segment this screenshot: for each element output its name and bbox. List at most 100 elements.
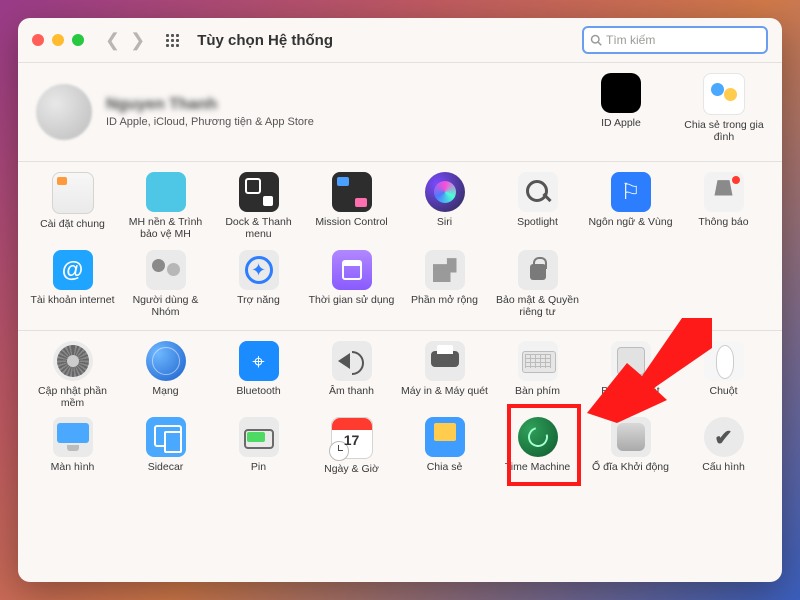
appleid-button[interactable]: ID Apple xyxy=(586,73,656,143)
profiles-label: Cấu hình xyxy=(702,461,745,485)
sidecar-label: Sidecar xyxy=(148,461,184,485)
tm-label: Time Machine xyxy=(505,461,571,485)
pref-privacy[interactable]: Bảo mật & Quyền riêng tư xyxy=(491,250,584,318)
pref-date[interactable]: Ngày & Giờ xyxy=(305,417,398,487)
pref-mouse[interactable]: Chuột xyxy=(677,341,770,409)
pref-battery[interactable]: Pin xyxy=(212,417,305,487)
battery-icon xyxy=(239,417,279,457)
mission-label: Mission Control xyxy=(315,216,387,240)
pref-mission[interactable]: Mission Control xyxy=(305,172,398,242)
spotlight-label: Spotlight xyxy=(517,216,558,240)
pref-general[interactable]: Cài đặt chung xyxy=(26,172,119,242)
search-icon xyxy=(590,34,602,46)
pref-dock[interactable]: Dock & Thanh menu xyxy=(212,172,305,242)
access-icon xyxy=(239,250,279,290)
family-icon xyxy=(703,73,745,115)
update-icon xyxy=(53,341,93,381)
sound-icon xyxy=(332,341,372,381)
general-label: Cài đặt chung xyxy=(40,218,105,242)
grid-view-icon[interactable] xyxy=(166,34,179,47)
keyboard-icon xyxy=(518,341,558,381)
titlebar: ❮ ❯ Tùy chọn Hệ thống Tìm kiếm xyxy=(18,18,782,62)
avatar[interactable] xyxy=(36,84,92,140)
privacy-icon xyxy=(518,250,558,290)
pref-sidecar[interactable]: Sidecar xyxy=(119,417,212,487)
bluetooth-label: Bluetooth xyxy=(236,385,280,409)
pref-trackpad[interactable]: Bàn di chuột xyxy=(584,341,677,409)
sharing-label: Chia sẻ xyxy=(427,461,463,485)
account-section: Nguyen Thanh ID Apple, iCloud, Phương ti… xyxy=(18,62,782,161)
pref-internet[interactable]: @ Tài khoản internet xyxy=(26,250,119,318)
pref-printer[interactable]: Máy in & Máy quét xyxy=(398,341,491,409)
battery-label: Pin xyxy=(251,461,266,485)
prefs-group-2: Cập nhật phần mềm Mạng ⌖Bluetooth Âm thanh M… xyxy=(18,330,782,499)
pref-sharing[interactable]: Chia sẻ xyxy=(398,417,491,487)
internet-label: Tài khoản internet xyxy=(30,294,114,318)
prefs-group-1: Cài đặt chung MH nền & Trình bảo vệ MHDoc… xyxy=(18,161,782,330)
lang-icon: ⚐ xyxy=(611,172,651,212)
ext-icon xyxy=(425,250,465,290)
network-label: Mạng xyxy=(152,385,178,409)
window-title: Tùy chọn Hệ thống xyxy=(197,32,333,49)
search-input[interactable]: Tìm kiếm xyxy=(582,26,768,54)
date-icon xyxy=(331,417,373,459)
pref-network[interactable]: Mạng xyxy=(119,341,212,409)
zoom-icon[interactable] xyxy=(72,34,84,46)
pref-notif[interactable]: Thông báo xyxy=(677,172,770,242)
account-text[interactable]: Nguyen Thanh ID Apple, iCloud, Phương ti… xyxy=(106,96,572,128)
lang-label: Ngôn ngữ & Vùng xyxy=(588,216,672,240)
pref-lang[interactable]: ⚐ Ngôn ngữ & Vùng xyxy=(584,172,677,242)
display-label: Màn hình xyxy=(51,461,95,485)
pref-siri[interactable]: Siri xyxy=(398,172,491,242)
update-label: Cập nhật phần mềm xyxy=(26,385,119,409)
access-label: Trợ năng xyxy=(237,294,280,318)
printer-icon xyxy=(425,341,465,381)
family-sharing-button[interactable]: Chia sẻ trong gia đình xyxy=(684,73,764,143)
pref-ext[interactable]: Phần mở rộng xyxy=(398,250,491,318)
pref-keyboard[interactable]: Bàn phím xyxy=(491,341,584,409)
screentime-label: Thời gian sử dụng xyxy=(309,294,395,318)
notif-icon xyxy=(704,172,744,212)
pref-spotlight[interactable]: Spotlight xyxy=(491,172,584,242)
pref-desktop[interactable]: MH nền & Trình bảo vệ MH xyxy=(119,172,212,242)
pref-update[interactable]: Cập nhật phần mềm xyxy=(26,341,119,409)
profiles-icon xyxy=(704,417,744,457)
screentime-icon xyxy=(332,250,372,290)
minimize-icon[interactable] xyxy=(52,34,64,46)
sidecar-icon xyxy=(146,417,186,457)
ext-label: Phần mở rộng xyxy=(411,294,478,318)
nav-buttons: ❮ ❯ xyxy=(102,30,148,51)
date-label: Ngày & Giờ xyxy=(324,463,379,487)
users-label: Người dùng & Nhóm xyxy=(119,294,212,318)
internet-icon: @ xyxy=(53,250,93,290)
pref-startup[interactable]: Ổ đĩa Khởi động xyxy=(584,417,677,487)
close-icon[interactable] xyxy=(32,34,44,46)
users-icon xyxy=(146,250,186,290)
pref-tm[interactable]: Time Machine xyxy=(491,417,584,487)
dock-icon xyxy=(239,172,279,212)
pref-sound[interactable]: Âm thanh xyxy=(305,341,398,409)
mouse-icon xyxy=(704,341,744,381)
spotlight-icon xyxy=(518,172,558,212)
display-icon xyxy=(53,417,93,457)
search-placeholder: Tìm kiếm xyxy=(606,33,655,47)
pref-display[interactable]: Màn hình xyxy=(26,417,119,487)
pref-screentime[interactable]: Thời gian sử dụng xyxy=(305,250,398,318)
forward-button[interactable]: ❯ xyxy=(127,30,148,51)
apple-icon xyxy=(601,73,641,113)
trackpad-icon xyxy=(611,341,651,381)
dock-label: Dock & Thanh menu xyxy=(212,216,305,240)
pref-bluetooth[interactable]: ⌖Bluetooth xyxy=(212,341,305,409)
sharing-icon xyxy=(425,417,465,457)
account-name: Nguyen Thanh xyxy=(106,96,572,114)
siri-label: Siri xyxy=(437,216,452,240)
pref-access[interactable]: Trợ năng xyxy=(212,250,305,318)
account-subtitle: ID Apple, iCloud, Phương tiện & App Stor… xyxy=(106,116,572,128)
pref-users[interactable]: Người dùng & Nhóm xyxy=(119,250,212,318)
mission-icon xyxy=(332,172,372,212)
startup-icon xyxy=(611,417,651,457)
back-button[interactable]: ❮ xyxy=(102,30,123,51)
notif-label: Thông báo xyxy=(698,216,748,240)
sound-label: Âm thanh xyxy=(329,385,374,409)
pref-profiles[interactable]: Cấu hình xyxy=(677,417,770,487)
